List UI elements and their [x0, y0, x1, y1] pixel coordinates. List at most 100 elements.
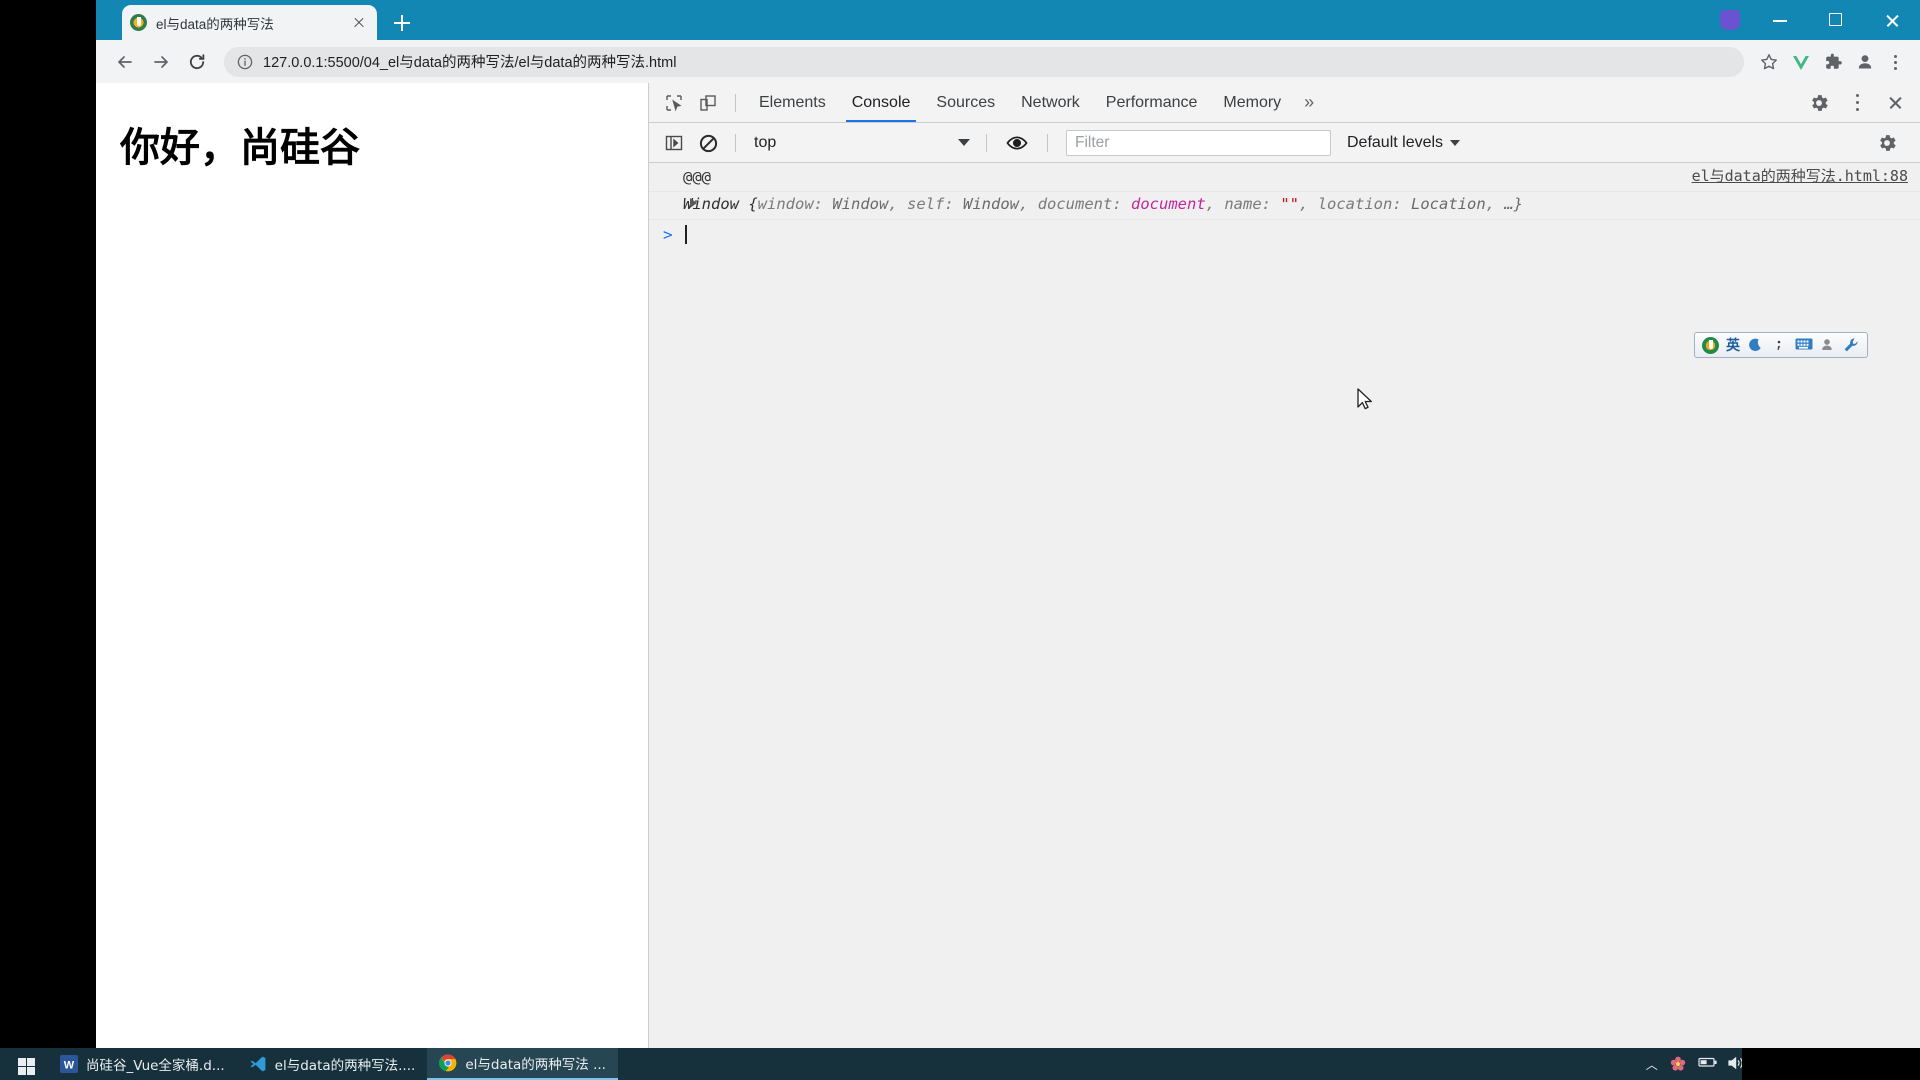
- object-value-document: document: [1131, 195, 1206, 214]
- devtools-tab-performance[interactable]: Performance: [1093, 83, 1211, 122]
- vue-devtools-extension-icon[interactable]: [1786, 47, 1816, 77]
- taskbar-item-word[interactable]: W 尚硅谷_Vue全家桶.d...: [48, 1048, 237, 1080]
- site-info-icon[interactable]: [236, 53, 254, 71]
- devtools-tab-sources[interactable]: Sources: [923, 83, 1008, 122]
- object-value: Window: [832, 195, 889, 214]
- ime-floating-toolbar[interactable]: 英: [1694, 332, 1868, 358]
- tab-label: Elements: [759, 93, 826, 111]
- console-sidebar-icon[interactable]: [657, 128, 691, 158]
- log-source-link[interactable]: el与data的两种写法.html:88: [1692, 166, 1908, 188]
- close-tab-icon[interactable]: [349, 13, 369, 33]
- window-controls: [1752, 0, 1920, 40]
- extensions-puzzle-icon[interactable]: [1818, 47, 1848, 77]
- profile-avatar-icon[interactable]: [1850, 47, 1880, 77]
- object-key: location: [1317, 195, 1393, 214]
- tab-title: el与data的两种写法: [156, 16, 274, 32]
- console-toolbar-right: [1868, 126, 1912, 160]
- clear-console-icon[interactable]: [691, 128, 725, 158]
- taskbar-item-label: el与data的两种写法....: [274, 1058, 416, 1074]
- sogou-ime-logo-icon[interactable]: [1702, 336, 1719, 354]
- chrome-icon: [439, 1054, 457, 1072]
- object-comma: ,: [1299, 195, 1318, 214]
- recorder-right-black-bar: [1742, 1048, 1920, 1080]
- address-bar[interactable]: 127.0.0.1:5500/04_el与data的两种写法/el与data的两…: [224, 46, 1744, 77]
- taskbar-item-chrome[interactable]: el与data的两种写法 ...: [427, 1048, 618, 1080]
- devtools-tab-network[interactable]: Network: [1008, 83, 1093, 122]
- console-settings-gear-icon[interactable]: [1868, 126, 1906, 160]
- log-levels-dropdown[interactable]: Default levels: [1339, 134, 1468, 152]
- device-toolbar-icon[interactable]: [691, 88, 725, 118]
- forward-button[interactable]: [144, 45, 178, 79]
- toolbar-divider: [735, 93, 736, 112]
- object-ellipsis: …}: [1504, 195, 1524, 214]
- object-comma: ,: [888, 195, 908, 214]
- minimize-button[interactable]: [1752, 0, 1808, 40]
- flower-icon[interactable]: [1669, 1055, 1687, 1073]
- page-heading: 你好，尚硅谷: [120, 125, 360, 171]
- recorder-left-black-bar: [0, 0, 96, 1048]
- show-hidden-icons-chevron-icon[interactable]: ︿: [1646, 1056, 1658, 1073]
- gear-icon[interactable]: [1800, 86, 1838, 120]
- browser-content: 你好，尚硅谷 Elements Console Sources Network …: [96, 83, 1920, 1048]
- toolbar-divider: [735, 133, 736, 152]
- console-log-message[interactable]: @@@ el与data的两种写法.html:88: [649, 163, 1920, 193]
- tab-label: Sources: [936, 93, 996, 111]
- user-icon[interactable]: [1819, 337, 1836, 353]
- devtools-tab-elements[interactable]: Elements: [746, 83, 839, 122]
- url-text: 127.0.0.1:5500/04_el与data的两种写法/el与data的两…: [263, 55, 677, 71]
- devtools-panel: Elements Console Sources Network Perform…: [649, 83, 1920, 1048]
- object-sep: :: [1392, 195, 1412, 214]
- taskbar-item-vscode[interactable]: el与data的两种写法....: [237, 1048, 428, 1080]
- console-output[interactable]: @@@ el与data的两种写法.html:88 Window {window:…: [649, 163, 1920, 1048]
- console-context-selector[interactable]: top: [746, 130, 976, 156]
- tab-label: Memory: [1223, 93, 1282, 111]
- console-filter-input[interactable]: Filter: [1066, 129, 1331, 156]
- wrench-icon[interactable]: [1843, 337, 1860, 353]
- taskbar-item-label: 尚硅谷_Vue全家桶.d...: [86, 1058, 225, 1074]
- browser-toolbar: 127.0.0.1:5500/04_el与data的两种写法/el与data的两…: [96, 40, 1920, 83]
- console-log-object[interactable]: Window {window: Window, self: Window, do…: [649, 192, 1920, 220]
- browser-tab[interactable]: el与data的两种写法: [122, 5, 377, 40]
- more-tabs-chevron-icon[interactable]: »: [1294, 92, 1324, 113]
- moon-icon[interactable]: [1747, 337, 1764, 353]
- bookmark-star-icon[interactable]: [1754, 47, 1784, 77]
- tab-label: Network: [1021, 93, 1080, 111]
- page-viewport: 你好，尚硅谷: [96, 83, 649, 1048]
- comma-icon[interactable]: [1771, 337, 1788, 353]
- console-toolbar: top Filter Default levels: [649, 123, 1920, 163]
- devtools-tab-memory[interactable]: Memory: [1210, 83, 1294, 122]
- reload-button[interactable]: [180, 45, 214, 79]
- filter-placeholder: Filter: [1075, 133, 1110, 151]
- shield-extension-icon[interactable]: [1720, 10, 1740, 30]
- close-devtools-icon[interactable]: [1876, 86, 1914, 120]
- object-comma: ,: [1019, 195, 1038, 214]
- windows-start-icon[interactable]: [0, 1048, 48, 1080]
- battery-icon[interactable]: [1698, 1055, 1717, 1073]
- taskbar-item-label: el与data的两种写法 ...: [465, 1057, 606, 1073]
- ime-mode-label[interactable]: 英: [1726, 335, 1740, 355]
- close-window-button[interactable]: [1864, 0, 1920, 40]
- more-options-icon[interactable]: [1838, 86, 1876, 120]
- devtools-tab-console[interactable]: Console: [839, 83, 924, 122]
- tab-label: Console: [851, 93, 911, 111]
- object-value: Window: [963, 195, 1020, 214]
- maximize-button[interactable]: [1808, 0, 1864, 40]
- keyboard-icon[interactable]: [1795, 337, 1813, 353]
- toolbar-right-actions: [1754, 47, 1908, 77]
- chrome-menu-icon[interactable]: [1882, 47, 1908, 77]
- object-sep: :: [944, 195, 964, 214]
- chevron-down-icon: [958, 139, 970, 146]
- live-expression-eye-icon[interactable]: [997, 128, 1037, 158]
- new-tab-button[interactable]: [388, 9, 416, 37]
- back-button[interactable]: [108, 45, 142, 79]
- word-icon: W: [60, 1055, 78, 1073]
- object-comma: ,: [1205, 195, 1225, 214]
- object-key: document: [1037, 195, 1113, 214]
- console-prompt[interactable]: >: [649, 220, 1920, 246]
- expand-triangle-icon[interactable]: [690, 198, 697, 209]
- inspect-element-icon[interactable]: [657, 88, 691, 118]
- prompt-caret-icon: >: [663, 224, 673, 244]
- chrome-browser-window: el与data的两种写法 127.0.0.1:5500/04_el与data的两…: [96, 0, 1920, 1048]
- levels-label: Default levels: [1347, 133, 1444, 151]
- tab-label: Performance: [1105, 93, 1198, 111]
